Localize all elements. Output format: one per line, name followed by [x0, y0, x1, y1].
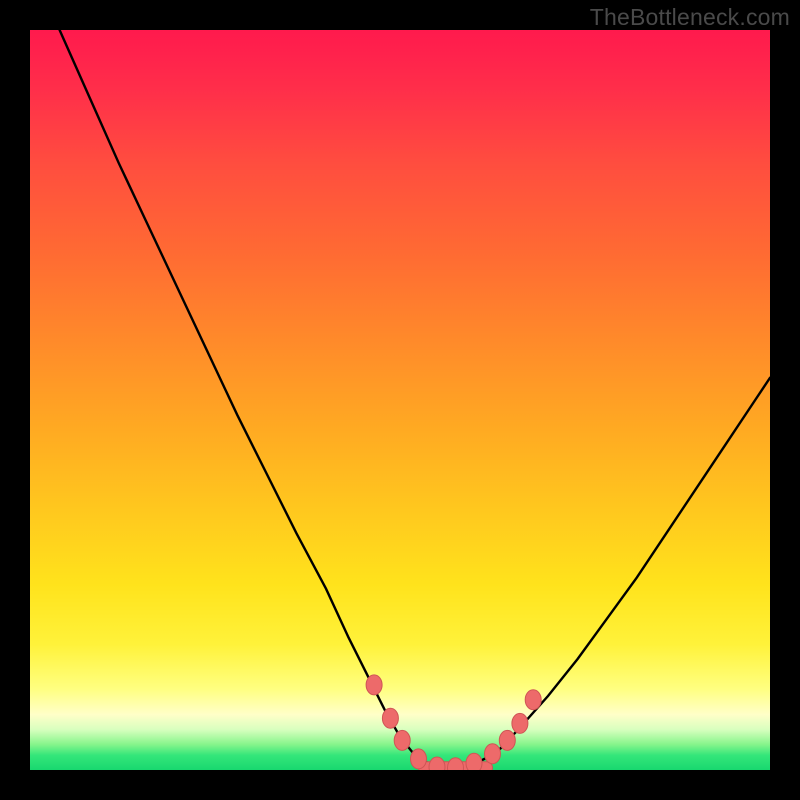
curve-marker — [466, 753, 482, 770]
curve-overlay — [30, 30, 770, 770]
watermark-text: TheBottleneck.com — [590, 4, 790, 31]
curve-marker — [499, 730, 515, 750]
curve-marker — [485, 744, 501, 764]
curve-marker — [382, 708, 398, 728]
curve-marker — [411, 749, 427, 769]
curve-marker — [394, 730, 410, 750]
curve-marker — [429, 757, 445, 770]
bottleneck-curve — [60, 30, 770, 769]
curve-marker — [448, 758, 464, 770]
curve-marker — [512, 713, 528, 733]
plot-area — [30, 30, 770, 770]
chart-frame: TheBottleneck.com — [0, 0, 800, 800]
curve-marker — [366, 675, 382, 695]
curve-markers — [366, 675, 541, 770]
curve-marker — [525, 690, 541, 710]
